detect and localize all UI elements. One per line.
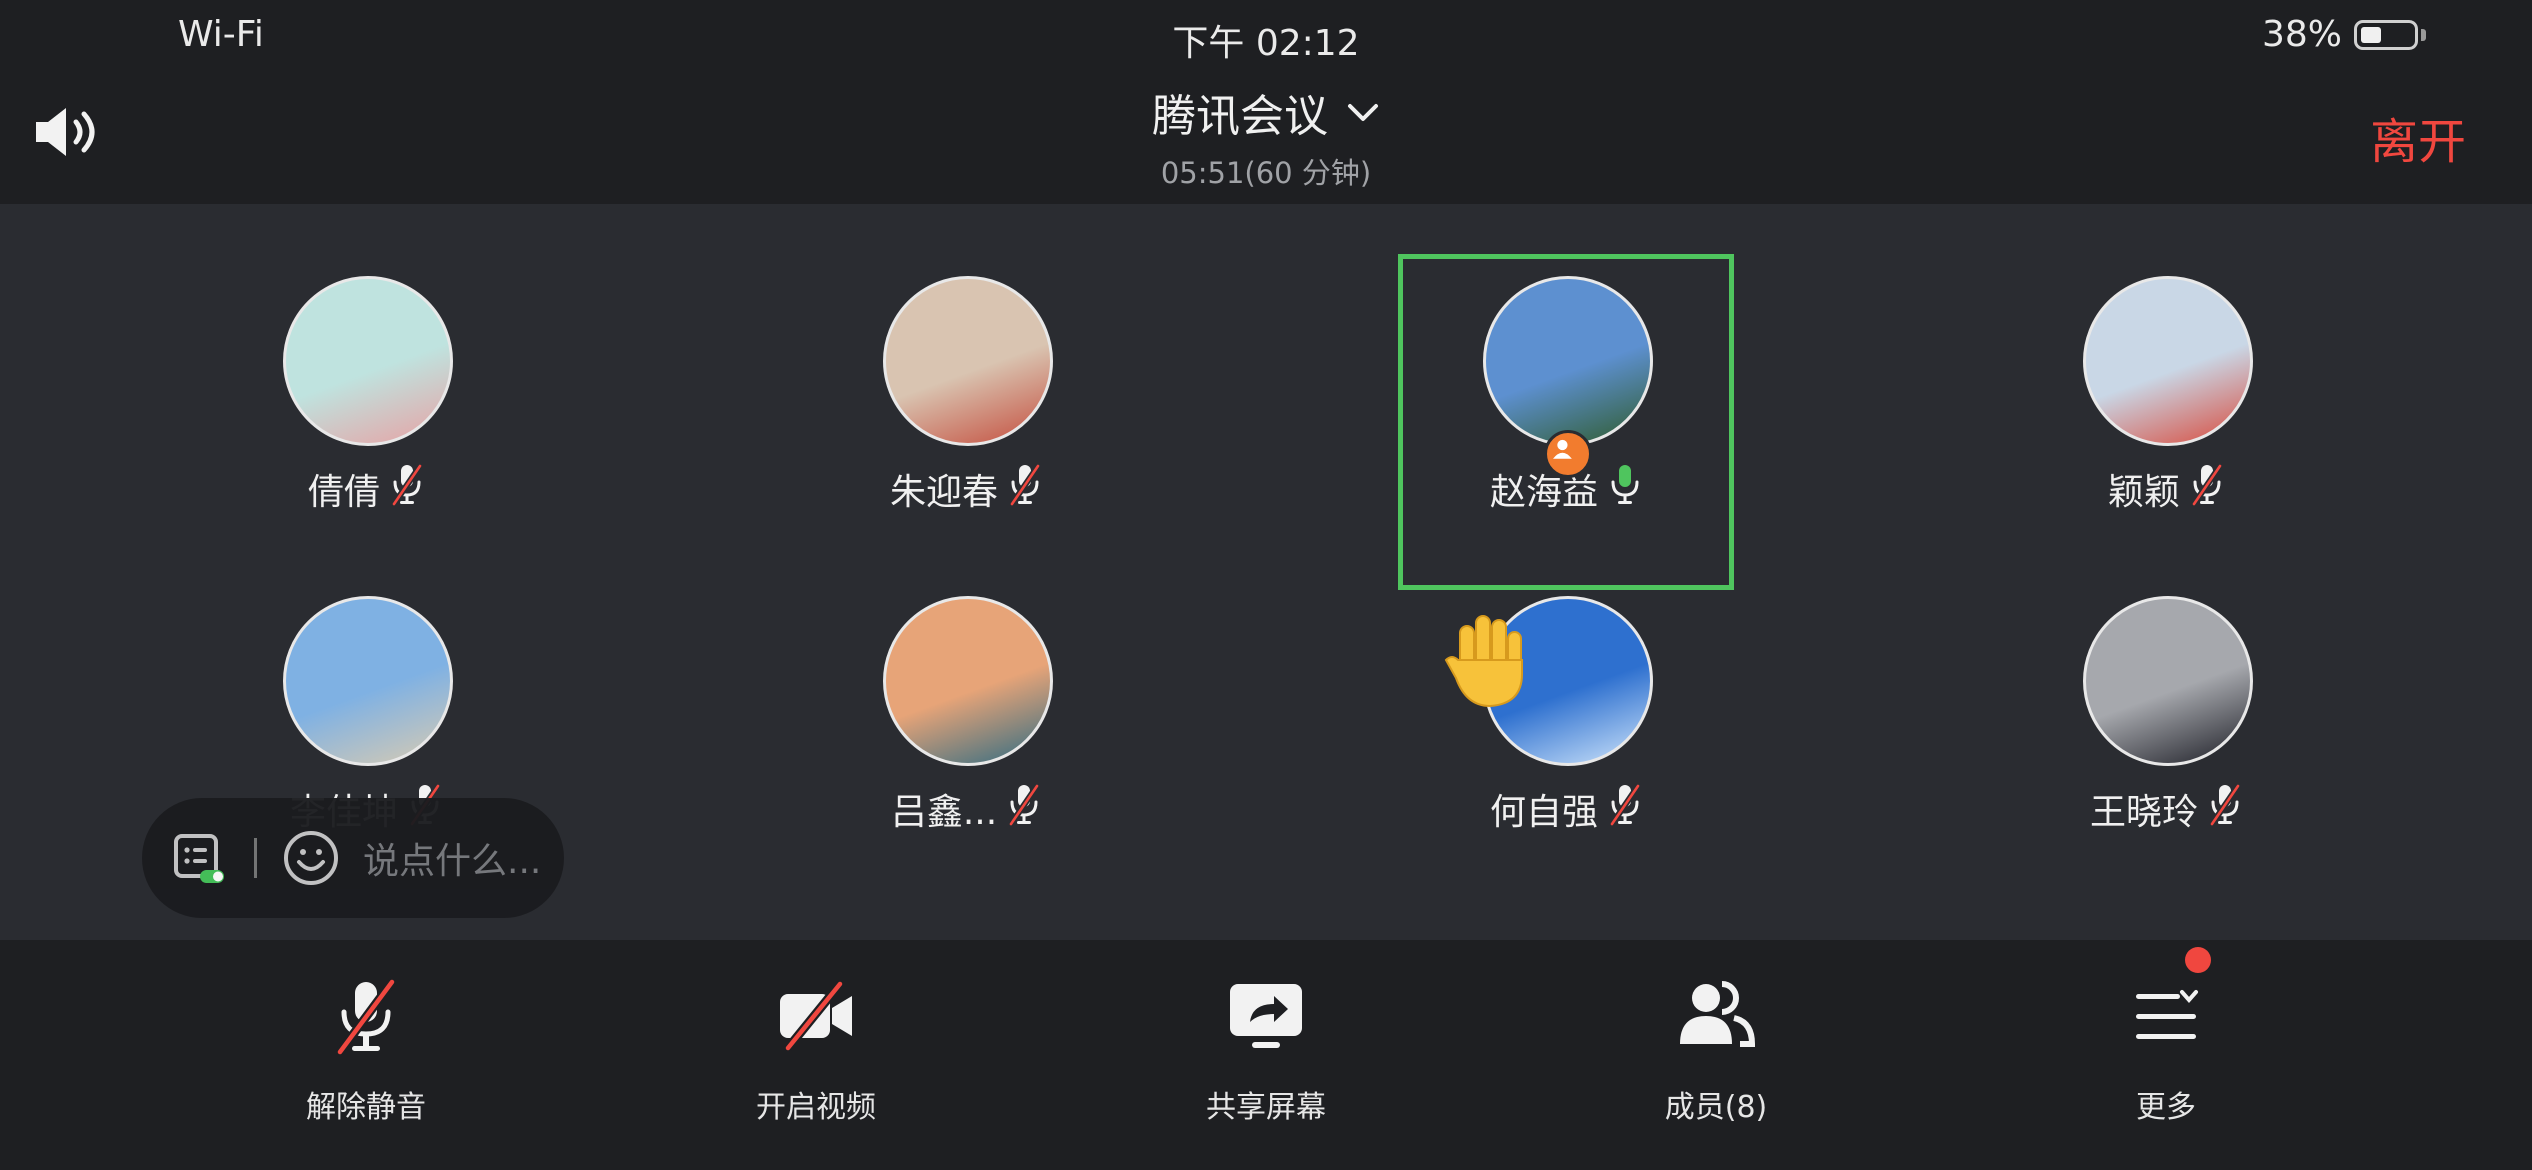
camera-off-icon [780,981,852,1051]
unmute-label: 解除静音 [306,1090,426,1125]
participant-name: 颖颖 [2107,471,2180,513]
more-label: 更多 [2136,1090,2196,1125]
participant-name: 倩倩 [307,471,380,513]
participant-name: 朱迎春 [889,471,998,513]
participant-tile[interactable]: 吕鑫... [801,560,1131,890]
mic-muted-icon [1007,782,1041,835]
members-label: 成员(8) [1664,1090,1768,1125]
mic-active-icon [1608,462,1642,515]
chat-placeholder: 说点什么... [363,841,542,882]
mic-muted-icon [2190,462,2224,515]
avatar [883,596,1053,766]
start-video-label: 开启视频 [756,1090,876,1125]
unmute-button[interactable]: 解除静音 [256,976,476,1146]
participant-name: 吕鑫... [890,791,998,833]
raised-hand-icon [1444,615,1523,708]
mic-muted-icon [1008,462,1042,515]
participant-name: 王晓玲 [2089,791,2198,833]
chevron-down-icon [1348,104,1378,121]
start-video-button[interactable]: 开启视频 [706,976,926,1146]
avatar [283,596,453,766]
members-button[interactable]: 成员(8) [1606,976,1826,1146]
top-bar: Wi-Fi 下午 02:12 38% 腾讯会议 05:51(60 分钟) 离开 [0,0,2532,204]
divider [254,838,257,878]
battery-fill [2361,26,2381,43]
bottom-toolbar: 解除静音 开启视频 共享屏幕 成员(8) 更多 [0,940,2532,1170]
battery-tip [2421,28,2426,41]
avatar [883,276,1053,446]
chat-input-bar[interactable]: 说点什么... [142,798,564,918]
participant-tile[interactable]: 何自强 [1401,560,1731,890]
mic-muted-icon [2208,782,2242,835]
host-badge-icon [1544,430,1592,478]
more-button[interactable]: 更多 [2056,976,2276,1146]
battery-percent: 38% [2261,14,2342,55]
battery-icon [2354,19,2418,50]
participant-tile[interactable]: 颖颖 [2001,240,2331,570]
members-icon [1680,981,1756,1047]
status-time: 下午 02:12 [1172,23,1360,64]
avatar [283,276,453,446]
notification-dot [2185,947,2211,973]
avatar [2083,596,2253,766]
meeting-duration: 05:51(60 分钟) [1160,156,1372,190]
participant-tile[interactable]: 朱迎春 [801,240,1131,570]
avatar [1483,276,1653,446]
participant-tile[interactable]: 王晓玲 [2001,560,2331,890]
battery-status: 38% [2262,14,2426,55]
mic-muted-icon [336,979,396,1055]
menu-icon [2136,990,2198,1039]
participant-tile[interactable]: 倩倩 [201,240,531,570]
participant-tile[interactable]: 赵海益 [1401,240,1731,570]
meeting-title: 腾讯会议 [1152,91,1328,142]
chat-list-icon[interactable] [170,828,230,888]
leave-button[interactable]: 离开 [2370,102,2466,172]
mic-muted-icon [1608,782,1642,835]
share-screen-icon [1230,984,1302,1048]
share-screen-label: 共享屏幕 [1206,1090,1326,1125]
emoji-icon[interactable] [281,828,341,888]
mic-muted-icon [390,462,424,515]
share-screen-button[interactable]: 共享屏幕 [1156,976,1376,1146]
avatar [2083,276,2253,446]
meeting-title-button[interactable]: 腾讯会议 [0,80,2532,144]
participant-name: 何自强 [1489,791,1598,833]
